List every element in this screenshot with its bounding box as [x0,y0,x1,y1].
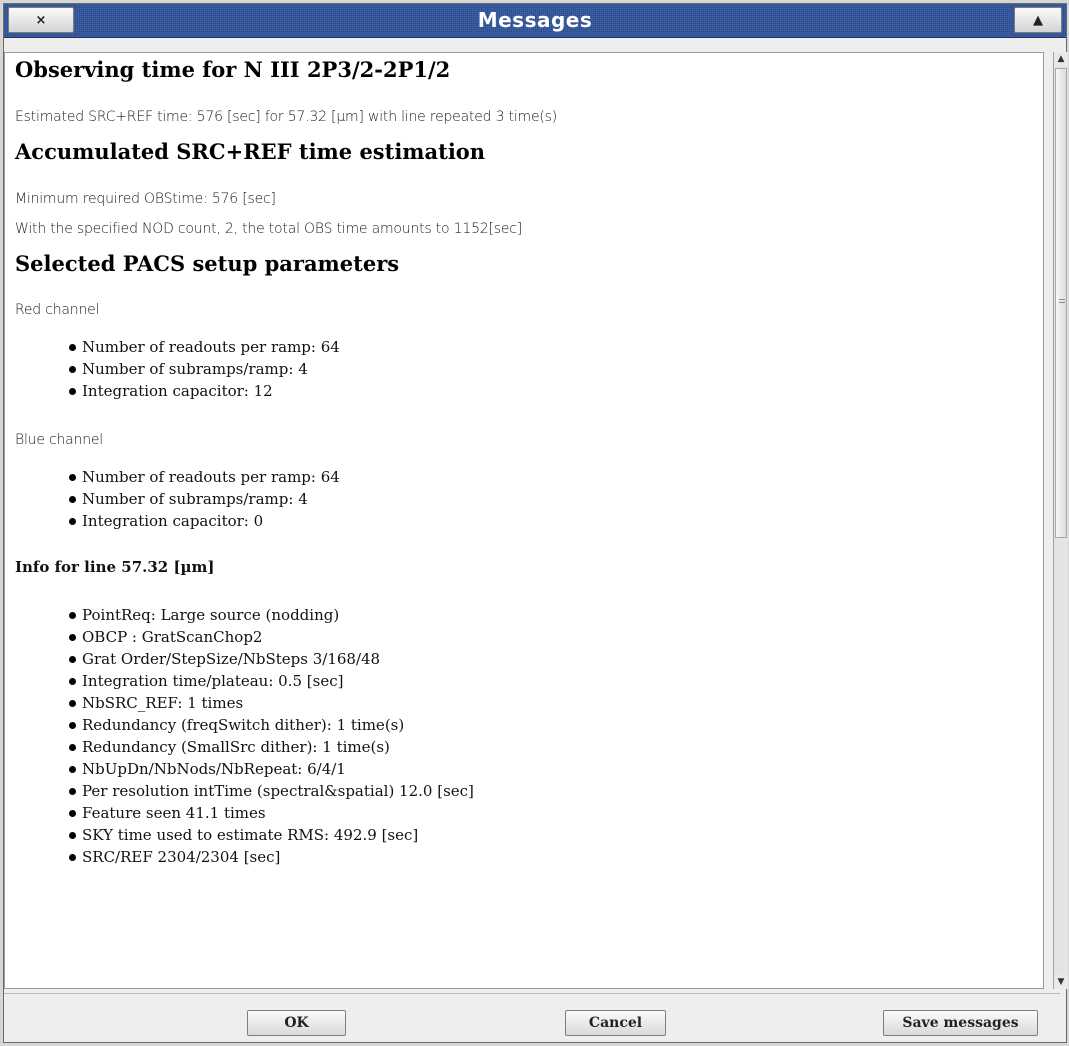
observing-time-heading: Observing time for N III 2P3/2-2P1/2 [15,57,451,82]
red-channel-list: Number of readouts per ramp: 64 Number o… [67,336,1033,402]
list-item: Per resolution intTime (spectral&spatial… [67,780,1033,802]
list-item: Number of readouts per ramp: 64 [67,466,1033,488]
maximize-icon[interactable]: ▲ [1014,7,1062,33]
scroll-down-icon[interactable]: ▼ [1054,975,1068,989]
list-item: Redundancy (freqSwitch dither): 1 time(s… [67,714,1033,736]
list-item: SKY time used to estimate RMS: 492.9 [se… [67,824,1033,846]
messages-pane: Observing time for N III 2P3/2-2P1/2 Est… [4,52,1044,989]
list-item: Grat Order/StepSize/NbSteps 3/168/48 [67,648,1033,670]
grip-icon [1059,299,1065,303]
vertical-scrollbar[interactable]: ▲ ▼ [1053,52,1068,989]
list-item: NbUpDn/NbNods/NbRepeat: 6/4/1 [67,758,1033,780]
list-item: NbSRC_REF: 1 times [67,692,1033,714]
dialog-button-bar: OK Cancel Save messages [4,993,1060,1036]
line-info-heading: Info for line 57.32 [µm] [15,558,215,576]
save-messages-button[interactable]: Save messages [883,1010,1038,1036]
ok-button[interactable]: OK [247,1010,346,1036]
list-item: Integration capacitor: 12 [67,380,1033,402]
list-item: Number of subramps/ramp: 4 [67,358,1033,380]
min-obstime-text: Minimum required OBStime: 576 [sec] [15,191,276,207]
pacs-setup-heading: Selected PACS setup parameters [15,251,400,276]
window-title: Messages [477,8,593,32]
list-item: Number of subramps/ramp: 4 [67,488,1033,510]
scrollbar-thumb[interactable] [1055,68,1067,538]
list-item: OBCP : GratScanChop2 [67,626,1033,648]
red-channel-label: Red channel [15,302,100,318]
list-item: Feature seen 41.1 times [67,802,1033,824]
list-item: Redundancy (SmallSrc dither): 1 time(s) [67,736,1033,758]
list-item: Integration capacitor: 0 [67,510,1033,532]
list-item: PointReq: Large source (nodding) [67,604,1033,626]
title-bar[interactable]: × Messages ▲ [4,4,1066,38]
blue-channel-list: Number of readouts per ramp: 64 Number o… [67,466,1033,532]
list-item: Number of readouts per ramp: 64 [67,336,1033,358]
line-info-list: PointReq: Large source (nodding) OBCP : … [67,604,1033,868]
blue-channel-label: Blue channel [15,432,103,448]
accumulated-heading: Accumulated SRC+REF time estimation [15,139,486,164]
observing-time-text: Estimated SRC+REF time: 576 [sec] for 57… [15,109,558,125]
list-item: SRC/REF 2304/2304 [sec] [67,846,1033,868]
nod-count-text: With the specified NOD count, 2, the tot… [15,221,523,237]
scroll-up-icon[interactable]: ▲ [1054,52,1068,66]
messages-document: Observing time for N III 2P3/2-2P1/2 Est… [5,53,1043,872]
cancel-button[interactable]: Cancel [565,1010,666,1036]
list-item: Integration time/plateau: 0.5 [sec] [67,670,1033,692]
